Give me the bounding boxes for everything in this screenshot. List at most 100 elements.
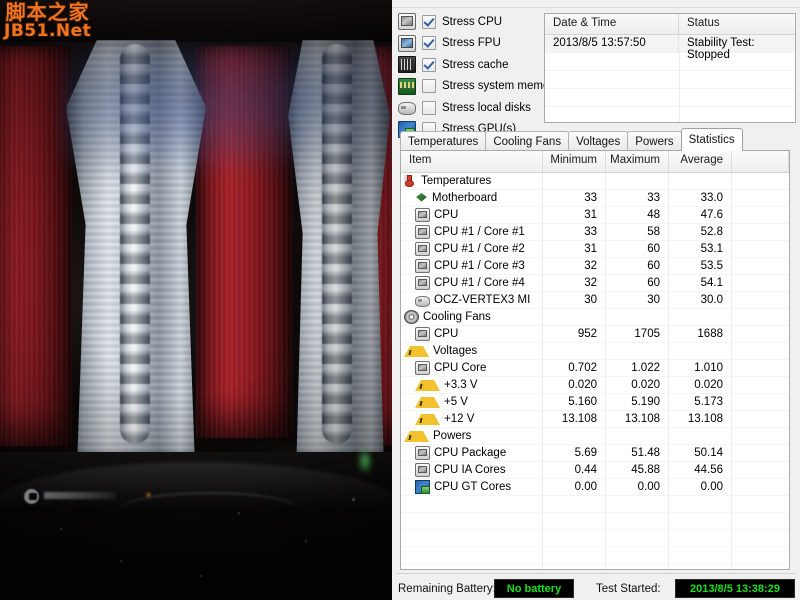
statistics-item-row[interactable]: CPU Package 5.69 51.48 50.14 (401, 445, 789, 462)
cpu-icon (415, 208, 430, 222)
blue-reflection (60, 44, 390, 194)
watermark-domain: JB51.Net (4, 21, 92, 42)
statistics-minimum-cell: 32 (543, 275, 606, 292)
statistics-spacer-cell (732, 479, 789, 496)
statistics-item-label: Voltages (433, 345, 478, 357)
column-header-datetime[interactable]: Date & Time (545, 14, 679, 34)
tab-statistics[interactable]: Statistics (680, 128, 743, 151)
cpu-icon (415, 446, 430, 460)
statistics-item-cell: CPU #1 / Core #4 (401, 275, 543, 292)
statistics-empty-row (401, 564, 789, 569)
statistics-item-label: CPU Core (434, 362, 487, 374)
stress-option-row[interactable]: Stress system memory (398, 77, 559, 96)
statistics-item-row[interactable]: OCZ-VERTEX3 MI 30 30 30.0 (401, 292, 789, 309)
column-header-status[interactable]: Status (679, 14, 795, 34)
statistics-item-row[interactable]: CPU GT Cores 0.00 0.00 0.00 (401, 479, 789, 496)
statistics-spacer-cell (732, 428, 789, 445)
statistics-minimum-cell: 13.108 (543, 411, 606, 428)
stress-option-label: Stress cache (442, 58, 509, 71)
statistics-item-label: CPU (434, 209, 459, 221)
statistics-item-label: CPU #1 / Core #2 (434, 243, 525, 255)
tab-powers[interactable]: Powers (627, 131, 682, 151)
event-log-table[interactable]: Date & Time Status 2013/8/5 13:57:50 Stab… (544, 13, 796, 123)
event-log-body: 2013/8/5 13:57:50 Stability Test: Stopped (545, 35, 795, 122)
statistics-empty-row (401, 530, 789, 547)
statistics-maximum-cell: 13.108 (606, 411, 669, 428)
statistics-item-cell: +12 V (401, 411, 543, 428)
test-started-label: Test Started: (596, 583, 661, 595)
statistics-minimum-cell: 30 (543, 292, 606, 309)
statistics-table[interactable]: Item Minimum Maximum Average Temperature… (400, 150, 790, 570)
event-log-datetime: 2013/8/5 13:57:50 (545, 35, 679, 53)
stress-option-row[interactable]: Stress CPU (398, 12, 546, 31)
statistics-item-row[interactable]: +5 V 5.160 5.190 5.173 (401, 394, 789, 411)
stress-option-checkbox[interactable] (422, 14, 436, 29)
statistics-maximum-cell: 45.88 (606, 462, 669, 479)
battery-value-display: No battery (494, 579, 574, 598)
statistics-item-row[interactable]: +3.3 V 0.020 0.020 0.020 (401, 377, 789, 394)
statistics-maximum-cell: 48 (606, 207, 669, 224)
fan-icon (404, 310, 419, 324)
hardware-photo: 脚本之家 JB51.Net (0, 0, 392, 600)
statistics-spacer-cell (732, 173, 789, 190)
stress-option-checkbox[interactable] (422, 36, 436, 50)
tab-temperatures[interactable]: Temperatures (400, 131, 487, 151)
statistics-average-cell: 1.010 (669, 360, 732, 377)
gigabyte-wordmark (44, 492, 116, 499)
statistics-average-cell: 0.00 (669, 479, 732, 496)
statistics-item-row[interactable]: CPU #1 / Core #3 32 60 53.5 (401, 258, 789, 275)
statistics-item-cell: Powers (401, 428, 543, 445)
statistics-group-row[interactable]: Powers (401, 428, 789, 445)
statistics-spacer-cell (732, 343, 789, 360)
statistics-empty-row (401, 547, 789, 564)
statistics-minimum-cell: 32 (543, 258, 606, 275)
statistics-item-label: CPU IA Cores (434, 464, 506, 476)
statistics-maximum-cell (606, 343, 669, 360)
statistics-item-row[interactable]: CPU 952 1705 1688 (401, 326, 789, 343)
statistics-item-cell: +5 V (401, 394, 543, 411)
stress-option-row[interactable]: Stress FPU (398, 34, 546, 53)
stress-option-checkbox[interactable] (422, 57, 436, 72)
tab-cooling-fans[interactable]: Cooling Fans (485, 131, 570, 151)
statistics-average-cell: 0.020 (669, 377, 732, 394)
statistics-item-cell: Motherboard (401, 190, 543, 207)
statistics-maximum-cell: 51.48 (606, 445, 669, 462)
statistics-item-row[interactable]: CPU 31 48 47.6 (401, 207, 789, 224)
statistics-minimum-cell: 33 (543, 190, 606, 207)
column-header-item[interactable]: Item (401, 151, 543, 172)
statistics-item-row[interactable]: CPU #1 / Core #2 31 60 53.1 (401, 241, 789, 258)
statistics-group-row[interactable]: Cooling Fans (401, 309, 789, 326)
ssd-icon (415, 295, 430, 307)
statistics-item-cell: +3.3 V (401, 377, 543, 394)
statistics-average-cell (669, 343, 732, 360)
stress-option-row[interactable]: Stress local disks (398, 98, 546, 117)
stress-option-row[interactable]: Stress cache (398, 55, 546, 74)
statistics-item-row[interactable]: +12 V 13.108 13.108 13.108 (401, 411, 789, 428)
statistics-average-cell (669, 309, 732, 326)
statistics-item-label: CPU (434, 328, 459, 340)
statistics-item-row[interactable]: CPU #1 / Core #1 33 58 52.8 (401, 224, 789, 241)
statistics-minimum-cell (543, 173, 606, 190)
stress-option-checkbox[interactable] (422, 79, 436, 93)
statistics-item-row[interactable]: CPU #1 / Core #4 32 60 54.1 (401, 275, 789, 292)
column-header-maximum[interactable]: Maximum (606, 151, 669, 172)
statistics-item-cell: CPU Package (401, 445, 543, 462)
statistics-maximum-cell (606, 309, 669, 326)
stress-options-list: Stress CPU Stress FPU Stress cache Stress s… (398, 12, 559, 141)
statistics-item-row[interactable]: CPU Core 0.702 1.022 1.010 (401, 360, 789, 377)
statistics-item-row[interactable]: CPU IA Cores 0.44 45.88 44.56 (401, 462, 789, 479)
statistics-item-cell: CPU #1 / Core #3 (401, 258, 543, 275)
column-header-minimum[interactable]: Minimum (543, 151, 606, 172)
event-log-row[interactable]: 2013/8/5 13:57:50 Stability Test: Stopped (545, 35, 795, 61)
statistics-group-row[interactable]: Temperatures (401, 173, 789, 190)
stress-option-label: Stress FPU (442, 37, 501, 49)
statistics-spacer-cell (732, 394, 789, 411)
statistics-item-row[interactable]: Motherboard 33 33 33.0 (401, 190, 789, 207)
column-header-average[interactable]: Average (669, 151, 732, 172)
stress-option-checkbox[interactable] (422, 100, 436, 115)
tab-voltages[interactable]: Voltages (568, 131, 629, 151)
cpu-icon (415, 276, 430, 290)
statistics-group-row[interactable]: Voltages (401, 343, 789, 360)
statistics-average-cell: 52.8 (669, 224, 732, 241)
statistics-maximum-cell (606, 173, 669, 190)
